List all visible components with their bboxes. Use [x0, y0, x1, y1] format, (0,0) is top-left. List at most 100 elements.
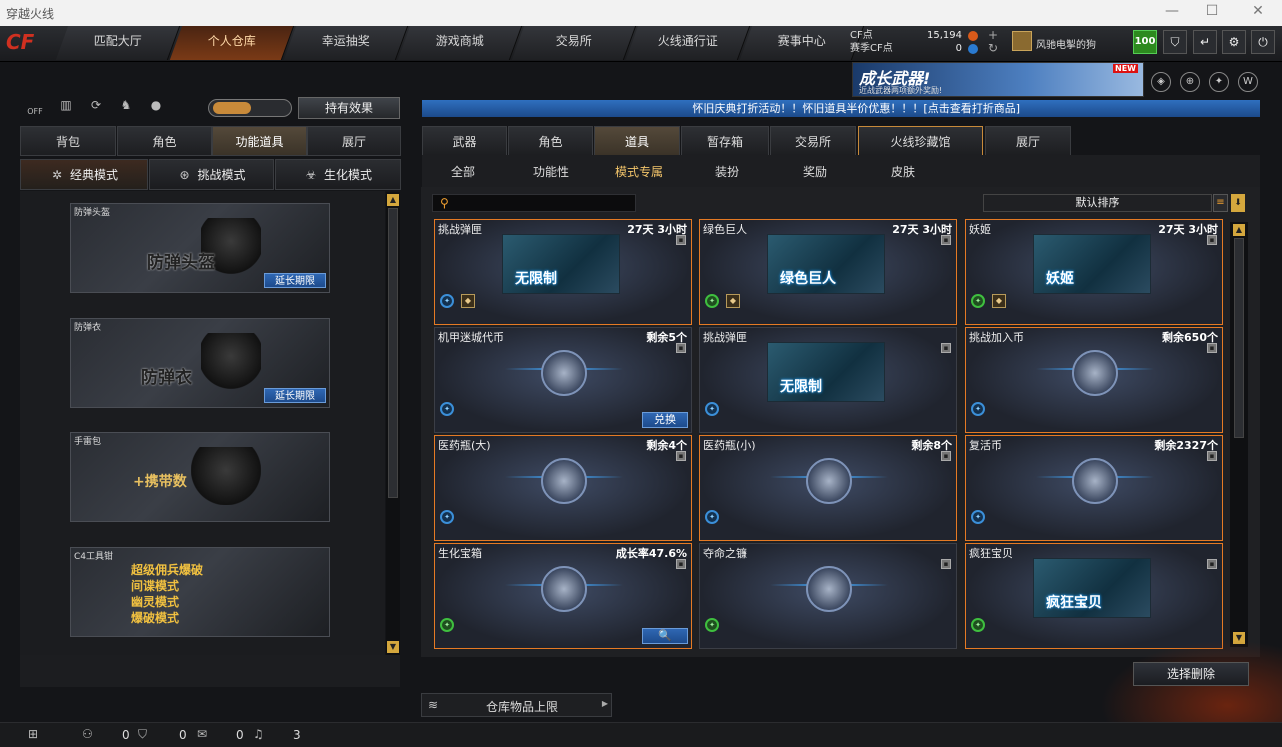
trash-icon[interactable]: ▪	[676, 559, 686, 569]
nav-tab-battle-pass[interactable]: 火线通行证	[625, 26, 751, 60]
item-card[interactable]: 挑战弹匣 ▪ 无限制 ✦	[699, 327, 957, 433]
tab-showroom[interactable]: 展厅	[307, 126, 401, 156]
item-card[interactable]: 医药瓶(小) 剩余8个 ▪ ✦	[699, 435, 957, 541]
nav-tab-personal-warehouse[interactable]: 个人仓库	[169, 26, 295, 60]
mode-classic[interactable]: ✲ 经典模式	[20, 159, 148, 190]
badge-icon-3[interactable]: ✦	[1209, 72, 1229, 92]
off-toggle-icon[interactable]: OFF	[25, 98, 45, 118]
level-badge[interactable]: 100	[1133, 30, 1157, 54]
right-scrollbar[interactable]: ▲ ▼	[1230, 222, 1248, 647]
nav-tab-event-center[interactable]: 赛事中心	[739, 26, 865, 60]
item-card[interactable]: 夺命之镰 ▪ ✦	[699, 543, 957, 649]
badge-icon-2[interactable]: ⊕	[1180, 72, 1200, 92]
trash-icon[interactable]: ▪	[676, 451, 686, 461]
close-icon[interactable]: ✕	[1248, 3, 1268, 19]
power-icon[interactable]: ⏻	[1251, 30, 1275, 54]
scroll-thumb[interactable]	[388, 208, 398, 498]
equip-slot-grenade-bag[interactable]: 手雷包 +携带数	[70, 432, 330, 522]
item-card[interactable]: 生化宝箱 成长率47.6% ▪ ✦ 🔍	[434, 543, 692, 649]
equip-slot-c4-pliers[interactable]: C4工具钳 超级佣兵爆破 间谍模式 幽灵模式 爆破模式	[70, 547, 330, 637]
tab-function-items[interactable]: 功能道具	[212, 126, 307, 156]
tab-character[interactable]: 角色	[117, 126, 212, 156]
subtab-mode-exclusive[interactable]: 模式专属	[615, 161, 663, 183]
trash-icon[interactable]: ▪	[676, 343, 686, 353]
nav-tab-lucky-draw[interactable]: 幸运抽奖	[283, 26, 409, 60]
trash-icon[interactable]: ▪	[941, 235, 951, 245]
stats-icon[interactable]: ▥	[56, 98, 76, 118]
tab-weapons[interactable]: 武器	[422, 126, 507, 156]
trash-icon[interactable]: ▪	[941, 343, 951, 353]
badge-icon-4[interactable]: W	[1238, 72, 1258, 92]
mode-zombie[interactable]: ☣ 生化模式	[275, 159, 401, 190]
extend-button[interactable]: 延长期限	[264, 388, 326, 403]
minimize-icon[interactable]: —	[1162, 3, 1182, 19]
settings-icon[interactable]: ⚙	[1222, 30, 1246, 54]
scroll-thumb[interactable]	[1234, 238, 1244, 438]
maximize-icon[interactable]: ☐	[1202, 3, 1222, 19]
tab-items[interactable]: 道具	[594, 126, 680, 156]
view-toggle[interactable]	[208, 99, 292, 117]
trash-icon[interactable]: ▪	[941, 559, 951, 569]
shield-icon[interactable]: ⛉	[138, 727, 147, 742]
grenade-icon[interactable]: ●	[146, 98, 166, 118]
item-card[interactable]: 挑战加入币 剩余650个 ▪ ✦	[965, 327, 1223, 433]
tab-exchange[interactable]: 交易所	[770, 126, 856, 156]
item-card[interactable]: 复活币 剩余2327个 ▪ ✦	[965, 435, 1223, 541]
growth-weapon-banner[interactable]: 成长武器! 近战武器两项额外奖励! NEW	[852, 62, 1144, 97]
nav-tab-exchange[interactable]: 交易所	[511, 26, 637, 60]
trash-icon[interactable]: ▪	[941, 451, 951, 461]
trash-icon[interactable]: ▪	[1207, 451, 1217, 461]
scroll-up-icon[interactable]: ▲	[387, 194, 399, 206]
equip-slot-armor[interactable]: 防弹衣 防弹衣 延长期限	[70, 318, 330, 408]
friends-icon[interactable]: ⚇	[82, 727, 93, 741]
trash-icon[interactable]: ▪	[1207, 235, 1217, 245]
shield-icon[interactable]: ⛉	[1163, 30, 1187, 54]
subtab-all[interactable]: 全部	[451, 161, 475, 183]
speaker-icon[interactable]: ♫	[253, 727, 264, 741]
refresh-icon[interactable]: ⟳	[86, 98, 106, 118]
extend-button[interactable]: 延长期限	[264, 273, 326, 288]
subtab-rewards[interactable]: 奖励	[803, 161, 827, 183]
trash-icon[interactable]: ▪	[1207, 343, 1217, 353]
refresh-icon[interactable]: ↻	[988, 41, 998, 55]
character-icon[interactable]: ♞	[116, 98, 136, 118]
subtab-functional[interactable]: 功能性	[533, 161, 569, 183]
username[interactable]: 风驰电掣的狗	[1036, 36, 1096, 51]
scroll-down-icon[interactable]: ▼	[387, 641, 399, 653]
add-points-icon[interactable]: +	[988, 28, 998, 42]
nav-tab-match-lobby[interactable]: 匹配大厅	[55, 26, 181, 60]
select-remove-button[interactable]: 选择删除	[1133, 662, 1249, 686]
item-card[interactable]: 机甲迷城代币 剩余5个 ▪ ✦ 兑换	[434, 327, 692, 433]
item-card[interactable]: 妖姬 27天 3小时 ▪ 妖姬 ✦ ◆	[965, 219, 1223, 325]
left-scrollbar[interactable]: ▲ ▼	[386, 192, 400, 655]
scroll-up-icon[interactable]: ▲	[1233, 224, 1245, 236]
trash-icon[interactable]: ▪	[676, 235, 686, 245]
sort-direction-icon[interactable]: ⬇	[1231, 194, 1245, 212]
notice-bar[interactable]: 怀旧庆典打折活动！！怀旧道具半价优惠！！！[点击查看打折商品]	[422, 100, 1260, 117]
item-card[interactable]: 医药瓶(大) 剩余4个 ▪ ✦	[434, 435, 692, 541]
badge-icon-1[interactable]: ◈	[1151, 72, 1171, 92]
subtab-skins[interactable]: 皮肤	[891, 161, 915, 183]
item-card[interactable]: 挑战弹匣 27天 3小时 ▪ 无限制 ✦ ◆	[434, 219, 692, 325]
sort-dropdown[interactable]: 默认排序	[983, 194, 1212, 212]
tab-collection[interactable]: 火线珍藏馆	[858, 126, 983, 156]
trash-icon[interactable]: ▪	[1207, 559, 1217, 569]
tab-characters[interactable]: 角色	[508, 126, 593, 156]
back-icon[interactable]: ↵	[1193, 30, 1217, 54]
warehouse-limit-bar[interactable]: ≋ 仓库物品上限 ▶	[421, 693, 612, 717]
equip-slot-helmet[interactable]: 防弹头盔 防弹头盔 延长期限	[70, 203, 330, 293]
chat-icon[interactable]: ✉	[197, 727, 207, 741]
item-card[interactable]: 绿色巨人 27天 3小时 ▪ 绿色巨人 ✦ ◆	[699, 219, 957, 325]
tab-showroom-right[interactable]: 展厅	[985, 126, 1071, 156]
tab-backpack[interactable]: 背包	[20, 126, 116, 156]
grid-icon[interactable]: ⊞	[28, 727, 38, 741]
item-card[interactable]: 疯狂宝贝 ▪ 疯狂宝贝 ✦	[965, 543, 1223, 649]
mode-challenge[interactable]: ⊛ 挑战模式	[149, 159, 274, 190]
list-view-icon[interactable]: ≡	[1213, 194, 1228, 212]
item-action-button[interactable]: 兑换	[642, 412, 688, 428]
hold-effect-button[interactable]: 持有效果	[298, 97, 400, 119]
search-input[interactable]	[432, 194, 636, 212]
item-action-button[interactable]: 🔍	[642, 628, 688, 644]
tab-storage[interactable]: 暂存箱	[681, 126, 769, 156]
subtab-outfit[interactable]: 装扮	[715, 161, 739, 183]
